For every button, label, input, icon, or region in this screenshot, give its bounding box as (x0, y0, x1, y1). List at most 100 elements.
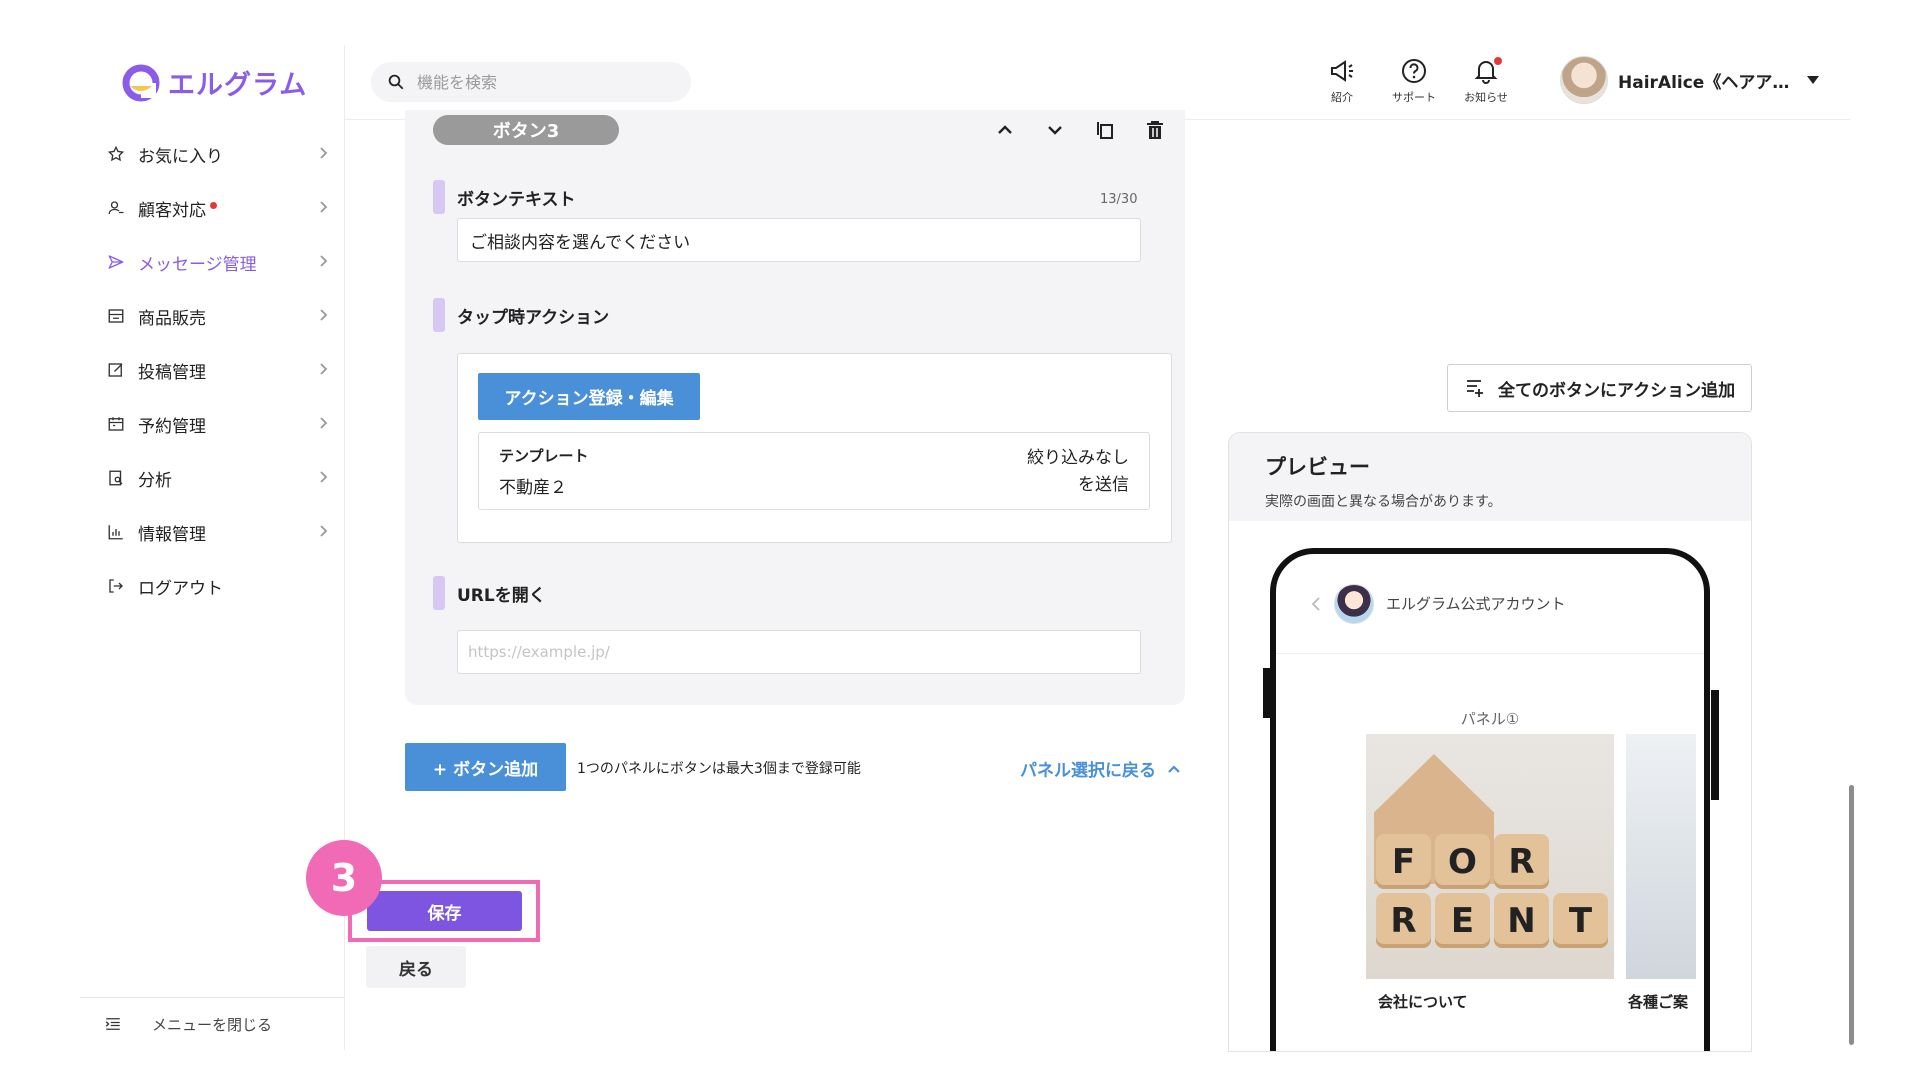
account-avatar (1334, 583, 1374, 624)
close-menu-button[interactable]: メニューを閉じる (80, 997, 345, 1050)
card-tools (993, 118, 1167, 142)
panel-caption: 会社について (1366, 979, 1614, 1025)
sidebar-item-label: ログアウト (138, 578, 223, 599)
search-icon (388, 74, 404, 90)
page-scrollbar[interactable] (1849, 785, 1854, 1045)
template-row[interactable]: テンプレート 不動産２ 絞り込みなし を送信 (478, 432, 1150, 510)
letter-block: R (1376, 893, 1431, 948)
back-to-panel-link[interactable]: パネル選択に戻る (1020, 756, 1182, 781)
phone-side-button (1263, 668, 1271, 718)
tap-action-section: タップ時アクション (433, 298, 609, 332)
sidebar-item-label: 予約管理 (138, 416, 206, 437)
section-bar (433, 298, 445, 332)
add-button-button[interactable]: + ボタン追加 (405, 743, 566, 791)
user-name: HairAlice《ヘアア… (1618, 72, 1790, 93)
intro-button[interactable]: 紹介 (1320, 57, 1364, 105)
move-down-button[interactable] (1043, 118, 1067, 142)
button-text-input[interactable]: ご相談内容を選んでください (457, 218, 1141, 262)
caret-down-icon (1807, 76, 1820, 84)
tap-action-label: タップ時アクション (457, 307, 610, 328)
block-row-1: F O R (1376, 834, 1608, 889)
template-label: テンプレート (499, 447, 589, 465)
support-label: サポート (1392, 91, 1436, 104)
preview-title: プレビュー (1265, 455, 1370, 479)
save-button[interactable]: 保存 (367, 891, 522, 931)
panel-image: F O R R E N T (1366, 734, 1614, 979)
sidebar-item-label: 投稿管理 (138, 362, 206, 383)
add-button-note: 1つのパネルにボタンは最大3個まで登録可能 (577, 761, 861, 777)
top-bar: 紹介 サポート お知らせ HairAlice《ヘアア… (345, 45, 1850, 120)
chevron-right-icon (320, 363, 328, 375)
letter-block: O (1435, 834, 1490, 889)
user-menu[interactable]: HairAlice《ヘアア… (1560, 56, 1820, 104)
button-title-badge: ボタン3 (433, 115, 619, 145)
section-bar (433, 576, 445, 610)
sidebar-item-label: 顧客対応 (138, 200, 206, 221)
support-button[interactable]: サポート (1392, 57, 1436, 105)
chevron-right-icon (320, 417, 328, 429)
notifications-label: お知らせ (1464, 91, 1508, 104)
button-text-section: ボタンテキスト (433, 180, 576, 214)
sidebar: エルグラム お気に入り 顧客対応 メッセージ管理 商品販売 投稿管理 予約管理 … (80, 45, 345, 1050)
chart-icon (106, 522, 126, 542)
close-menu-label: メニューを閉じる (152, 1015, 273, 1034)
shop-icon (106, 306, 126, 326)
template-name: 不動産２ (499, 478, 567, 498)
copy-icon (1097, 122, 1113, 139)
url-input[interactable] (457, 630, 1141, 674)
sidebar-nav: お気に入り 顧客対応 メッセージ管理 商品販売 投稿管理 予約管理 分析 情報管… (80, 127, 345, 613)
letter-block: E (1435, 893, 1490, 948)
letter-block: N (1494, 893, 1549, 948)
logo[interactable]: エルグラム (122, 63, 307, 102)
move-up-button[interactable] (993, 118, 1017, 142)
chevron-right-icon (320, 201, 328, 213)
search-box[interactable] (371, 62, 691, 102)
sidebar-item-messages[interactable]: メッセージ管理 (80, 235, 345, 289)
button-editor-card: ボタン3 ボタンテキスト 13/30 ご相談内容を選んでください タップ時アクシ… (405, 110, 1185, 705)
preview-header: プレビュー 実際の画面と異なる場合があります。 (1229, 433, 1751, 521)
logo-text: エルグラム (168, 70, 308, 101)
sidebar-item-sales[interactable]: 商品販売 (80, 289, 345, 343)
help-icon (1402, 59, 1426, 83)
megaphone-icon (1331, 60, 1353, 82)
sidebar-item-label: 情報管理 (138, 524, 206, 545)
sidebar-item-analysis[interactable]: 分析 (80, 451, 345, 505)
step-badge: 3 (306, 840, 382, 916)
analysis-icon (106, 468, 126, 488)
preview-subtitle: 実際の画面と異なる場合があります。 (1265, 494, 1502, 510)
chevron-right-icon (320, 471, 328, 483)
chevron-up-icon (998, 125, 1012, 134)
letter-block: T (1553, 893, 1608, 948)
back-button[interactable]: 戻る (366, 946, 466, 988)
next-panel-image (1626, 734, 1696, 979)
copy-button[interactable] (1093, 118, 1117, 142)
letter-blocks: F O R R E N T (1376, 834, 1608, 952)
sidebar-item-favorites[interactable]: お気に入り (80, 127, 345, 181)
calendar-icon (106, 414, 126, 434)
back-to-panel-label: パネル選択に戻る (1020, 761, 1156, 781)
action-register-button[interactable]: アクション登録・編集 (478, 373, 700, 420)
notifications-button[interactable]: お知らせ (1464, 57, 1508, 105)
panel-label: パネル① (1460, 710, 1520, 728)
add-all-action-button[interactable]: 全てのボタンにアクション追加 (1447, 364, 1752, 412)
intro-label: 紹介 (1331, 91, 1353, 104)
send-icon (106, 252, 126, 272)
template-filter-line2: を送信 (1078, 475, 1129, 495)
sidebar-item-logout[interactable]: ログアウト (80, 559, 345, 613)
sidebar-item-reservations[interactable]: 予約管理 (80, 397, 345, 451)
template-filter: 絞り込みなし を送信 (1027, 445, 1129, 499)
sidebar-item-customer[interactable]: 顧客対応 (80, 181, 345, 235)
delete-button[interactable] (1143, 118, 1167, 142)
character-counter: 13/30 (1100, 192, 1138, 207)
back-chevron-icon (1311, 596, 1320, 611)
sidebar-item-posts[interactable]: 投稿管理 (80, 343, 345, 397)
chevron-right-icon (320, 147, 328, 159)
menu-collapse-icon (104, 1015, 122, 1033)
phone-mockup: エルグラム公式アカウント パネル① F O R R E N T 会社について 各… (1270, 548, 1710, 1051)
search-input[interactable] (417, 72, 677, 92)
phone-side-button (1711, 690, 1719, 800)
chevron-up-icon (1168, 764, 1180, 773)
letter-block: F (1376, 834, 1431, 889)
sidebar-item-info[interactable]: 情報管理 (80, 505, 345, 559)
chevron-down-icon (1048, 126, 1062, 135)
